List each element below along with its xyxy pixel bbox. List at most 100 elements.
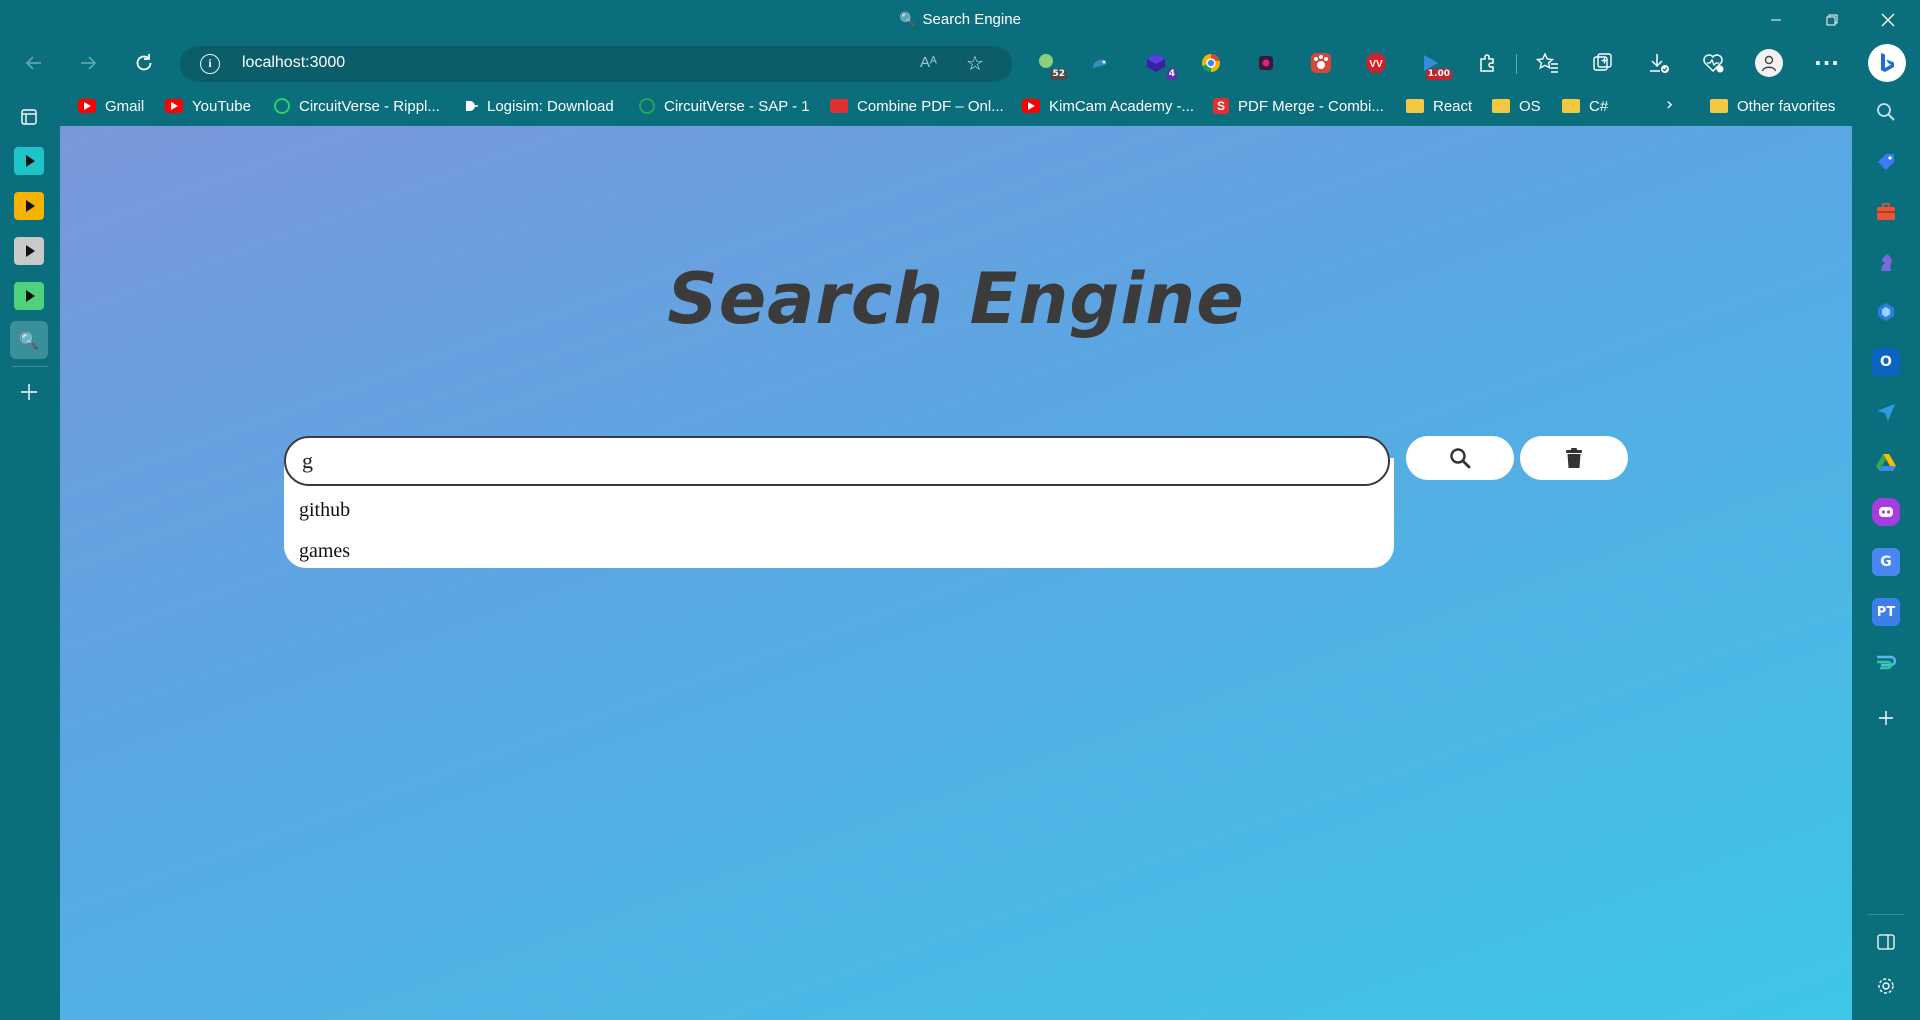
sidebar-outlook-icon[interactable]: O [1872,348,1900,376]
ext-cube-icon[interactable]: 4 [1143,50,1177,80]
refresh-button[interactable] [125,44,163,82]
svg-text:VV: VV [1369,59,1383,70]
bookmark-combine-pdf[interactable]: Combine PDF – Onl... [830,96,1004,116]
sidebar-hide-panel-icon[interactable] [1872,928,1900,956]
bookmark-youtube[interactable]: YouTube [165,96,251,116]
circuitverse-favicon-icon [274,98,290,114]
browser-essentials-icon[interactable] [1700,50,1726,76]
read-aloud-icon[interactable]: Aᴬ [920,54,937,71]
bookmark-circuitverse-sap[interactable]: CircuitVerse - SAP - 1 [639,96,810,116]
window-title: 🔍 Search Engine [899,11,1021,28]
ext-dino-icon[interactable] [1087,50,1113,76]
bookmark-logisim[interactable]: Logisim: Download [460,96,614,116]
favorites-icon[interactable] [1535,50,1561,76]
ext-screen-icon[interactable] [1253,50,1279,76]
bookmark-pdf-merge[interactable]: S PDF Merge - Combi... [1213,96,1384,116]
page-content: Search Engine github games [60,126,1852,1020]
back-button[interactable] [15,44,53,82]
close-button[interactable] [1860,0,1916,40]
ext-speed-icon[interactable]: 1.00 [1418,50,1452,80]
sidebar-pt-icon[interactable]: PT [1872,598,1900,626]
play-favicon-icon [14,147,44,175]
minimize-icon [1771,19,1781,21]
refresh-icon [136,54,152,71]
suggestion-item[interactable]: games [284,530,1394,572]
suggestion-item[interactable]: github [284,490,1394,530]
sidebar-settings-gear-icon[interactable] [1872,972,1900,1000]
bookmark-folder-csharp[interactable]: C# [1562,96,1608,116]
pdf-favicon-icon [830,99,848,113]
minimize-button[interactable] [1748,0,1804,40]
ext-paw-icon[interactable] [1308,50,1334,76]
bookmark-folder-react[interactable]: React [1406,96,1472,116]
add-favorite-star-icon[interactable]: ☆ [966,51,984,75]
sidebar-add-icon[interactable] [1872,704,1900,732]
address-bar[interactable]: i localhost:3000 Aᴬ ☆ [180,46,1012,82]
arrow-right-icon [81,56,97,70]
new-tab-button[interactable] [10,373,48,411]
search-button[interactable] [1406,436,1514,480]
bing-copilot-icon [1881,53,1894,72]
sidebar-games-chess-icon[interactable] [1872,248,1900,276]
tab-actions-menu[interactable] [10,98,48,136]
restore-button[interactable] [1804,0,1860,40]
tab-3[interactable] [10,232,48,270]
person-icon [1761,55,1777,72]
folder-icon [1406,99,1424,113]
sidebar-tools-briefcase-icon[interactable] [1872,198,1900,226]
bookmarks-overflow-chevron-icon[interactable]: › [1666,94,1673,115]
extensions-puzzle-icon[interactable] [1474,50,1500,76]
bookmark-gmail[interactable]: Gmail [78,96,144,116]
toolbar-separator [1516,54,1517,74]
tab-2[interactable] [10,187,48,225]
sidebar-drive-icon[interactable] [1872,448,1900,476]
youtube-favicon-icon [78,99,96,113]
search-input[interactable] [284,436,1390,486]
collections-icon[interactable] [1590,50,1616,76]
sidebar-loop-icon[interactable] [1872,648,1900,676]
arrow-left-icon [25,56,41,70]
plus-icon [21,384,37,400]
youtube-favicon-icon [1022,99,1040,113]
ext-badge-icon[interactable]: 52 [1033,50,1067,80]
bookmark-kimcam-academy[interactable]: KimCam Academy -... [1022,96,1194,116]
play-favicon-icon [14,237,44,265]
close-icon [1881,13,1895,27]
magnifier-emoji-icon: 🔍 [899,11,917,27]
smallpdf-favicon-icon: S [1213,98,1229,114]
sidebar-send-icon[interactable] [1872,398,1900,426]
sidebar-shopping-tag-icon[interactable] [1872,148,1900,176]
folder-icon [1562,99,1580,113]
copilot-button[interactable] [1868,44,1906,82]
forward-button[interactable] [69,44,107,82]
sidebar-m365-icon[interactable] [1872,298,1900,326]
play-favicon-icon [14,282,44,310]
tab-1[interactable] [10,142,48,180]
bookmark-folder-os[interactable]: OS [1492,96,1541,116]
more-menu-icon[interactable]: ··· [1814,50,1840,76]
site-info-icon[interactable]: i [200,54,220,74]
edge-sidebar: O G PT [1852,98,1920,1020]
ext-chrome-icon[interactable] [1198,50,1224,76]
sidebar-search-icon[interactable] [1872,98,1900,126]
tabs-divider [12,366,48,367]
ext-vv-icon[interactable]: VV [1363,50,1389,76]
url-text[interactable]: localhost:3000 [242,54,345,72]
clear-button[interactable] [1520,436,1628,480]
tab-search-engine-active[interactable]: 🔍 [10,321,48,359]
restore-icon [1826,14,1838,26]
tab-4[interactable] [10,277,48,315]
folder-icon [1710,99,1728,113]
downloads-icon[interactable] [1645,50,1671,76]
browser-toolbar: i localhost:3000 Aᴬ ☆ 52 4 VV 1.00 ··· [0,40,1920,86]
search-icon [1450,448,1471,469]
bookmarks-bar: Gmail YouTube CircuitVerse - Rippl... Lo… [0,86,1920,126]
youtube-favicon-icon [165,99,183,113]
profile-avatar[interactable] [1755,49,1783,77]
bookmark-circuitverse-ripple[interactable]: CircuitVerse - Rippl... [274,96,440,116]
folder-icon [1492,99,1510,113]
sidebar-bot-icon[interactable] [1872,498,1900,526]
sidebar-translate-icon[interactable]: G [1872,548,1900,576]
vertical-tabs-strip: 🔍 [0,98,60,1020]
bookmark-other-favorites[interactable]: Other favorites [1710,96,1835,116]
